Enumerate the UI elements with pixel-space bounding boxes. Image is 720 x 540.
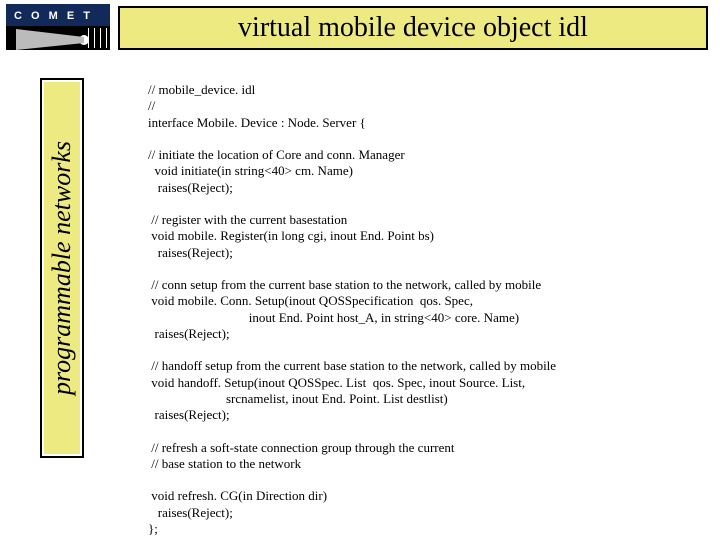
logo-text: C O M E T: [14, 10, 93, 22]
title-box: virtual mobile device object idl: [118, 6, 708, 50]
slide-root: C O M E T virtual mobile device object i…: [0, 0, 720, 540]
code-line: //: [148, 98, 155, 113]
code-line: raises(Reject);: [148, 326, 230, 341]
code-line: void mobile. Register(in long cgi, inout…: [148, 228, 434, 243]
page-title: virtual mobile device object idl: [122, 10, 704, 46]
code-line: raises(Reject);: [148, 505, 233, 520]
sidebar-label: programmable networks: [47, 141, 77, 395]
comet-logo: C O M E T: [6, 4, 110, 50]
code-comment: // base station to the network: [148, 456, 301, 471]
code-line: void mobile. Conn. Setup(inout QOSSpecif…: [148, 293, 473, 308]
sidebar-inner: programmable networks: [44, 82, 80, 454]
sidebar-box: programmable networks: [40, 78, 84, 458]
code-line: void refresh. CG(in Direction dir): [148, 488, 327, 503]
code-line: void handoff. Setup(inout QOSSpec. List …: [148, 375, 525, 390]
code-line: void initiate(in string<40> cm. Name): [148, 163, 353, 178]
code-line: raises(Reject);: [148, 180, 233, 195]
code-line: interface Mobile. Device : Node. Server …: [148, 115, 366, 130]
code-comment: // initiate the location of Core and con…: [148, 147, 405, 162]
title-container: virtual mobile device object idl: [118, 6, 708, 54]
code-line: raises(Reject);: [148, 245, 233, 260]
code-comment: // handoff setup from the current base s…: [148, 358, 556, 373]
code-line: inout End. Point host_A, in string<40> c…: [148, 310, 519, 325]
code-comment: // refresh a soft-state connection group…: [148, 440, 454, 455]
code-line: raises(Reject);: [148, 407, 230, 422]
code-comment: // conn setup from the current base stat…: [148, 277, 541, 292]
code-line: srcnamelist, inout End. Point. List dest…: [148, 391, 448, 406]
idl-code-block: // mobile_device. idl // interface Mobil…: [148, 82, 708, 537]
code-comment: // register with the current basestation: [148, 212, 347, 227]
code-line: };: [148, 521, 158, 536]
code-line: // mobile_device. idl: [148, 82, 255, 97]
sidebar: programmable networks: [40, 78, 84, 458]
